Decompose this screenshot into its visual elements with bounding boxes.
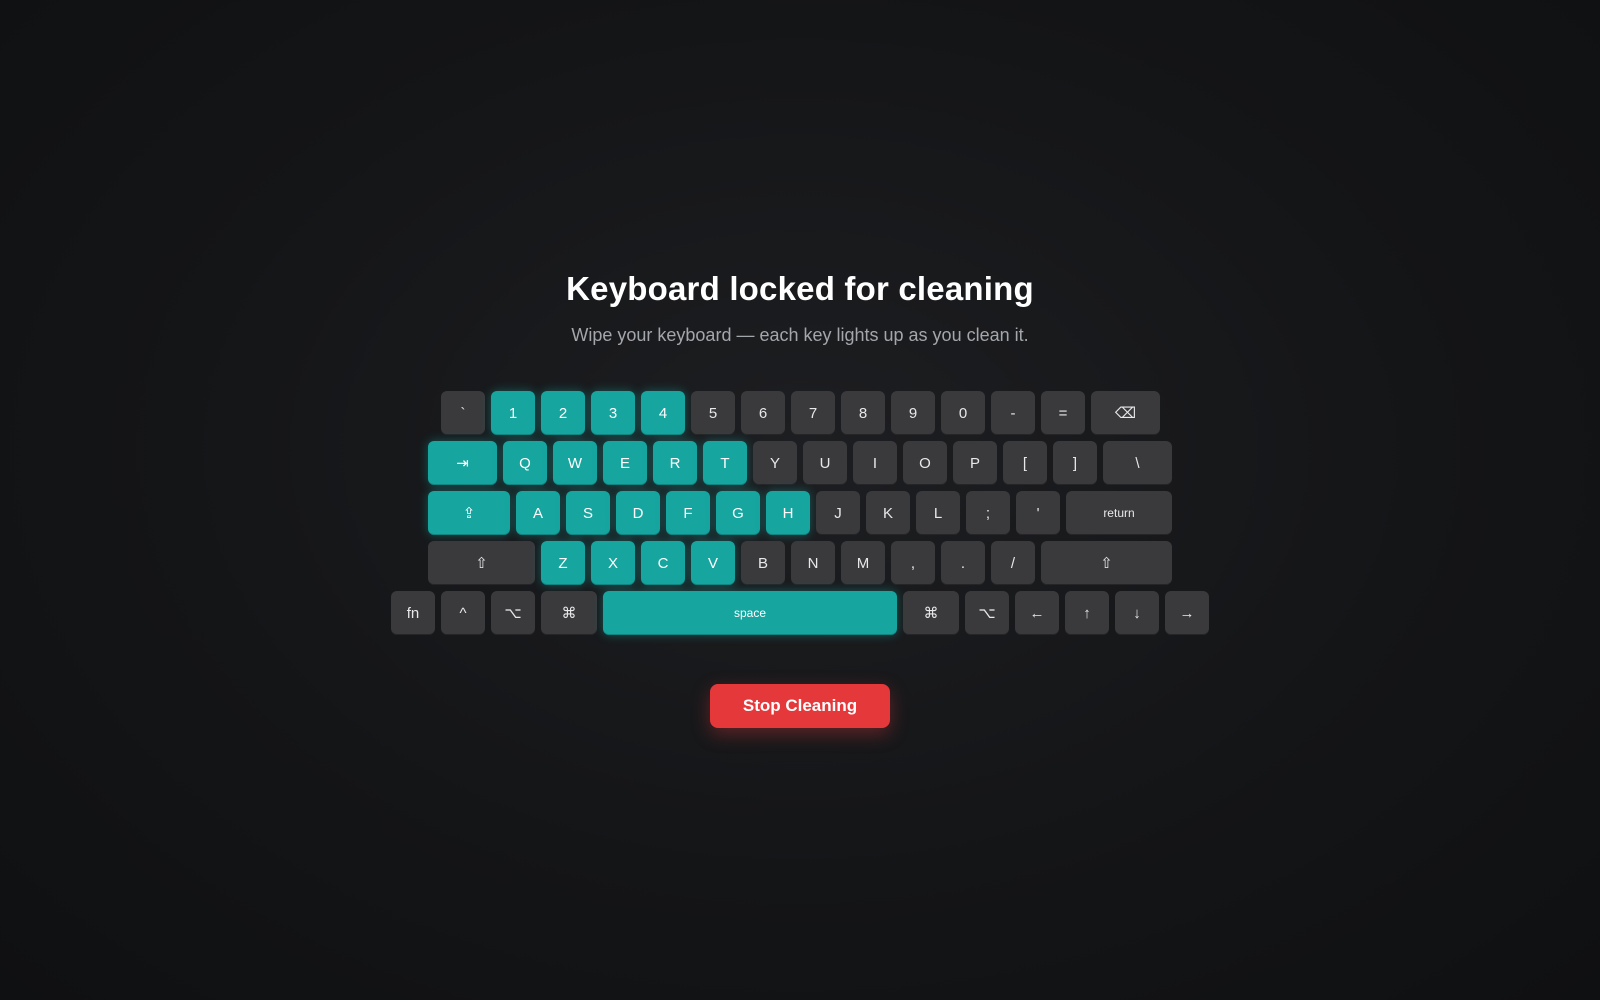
tab-icon: ⇥ [456, 455, 469, 472]
key-e[interactable]: E [603, 441, 647, 485]
control-icon: ^ [459, 604, 467, 622]
key-slash[interactable]: / [991, 541, 1035, 585]
key-fn[interactable]: fn [391, 591, 435, 635]
page-title: Keyboard locked for cleaning [566, 270, 1034, 307]
key-period[interactable]: . [941, 541, 985, 585]
key-3[interactable]: 3 [591, 391, 635, 435]
key-h[interactable]: H [766, 491, 810, 535]
caps-lock-icon: ⇪ [462, 505, 476, 522]
key-7[interactable]: 7 [791, 391, 835, 435]
shift-icon: ⇧ [1100, 555, 1113, 572]
arrow-up-icon: ↑ [1083, 604, 1091, 622]
key-o[interactable]: O [903, 441, 947, 485]
key-c[interactable]: C [641, 541, 685, 585]
backspace-icon: ⌫ [1114, 405, 1137, 422]
key-minus[interactable]: - [991, 391, 1035, 435]
key-0[interactable]: 0 [941, 391, 985, 435]
key-a[interactable]: A [516, 491, 560, 535]
cleaning-screen: Keyboard locked for cleaning Wipe your k… [0, 0, 1600, 1000]
key-return[interactable]: return [1066, 491, 1172, 535]
keyboard: ` 1 2 3 4 5 6 7 8 9 0- = ⌫ ⇥ Q W E R T Y U I O P[] \ ⇪ A S D F G H J K L; '… [0, 0, 1600, 1000]
key-v[interactable]: V [691, 541, 735, 585]
command-icon: ⌘ [923, 605, 939, 622]
option-icon: ⌥ [504, 605, 522, 622]
key-4[interactable]: 4 [641, 391, 685, 435]
key-8[interactable]: 8 [841, 391, 885, 435]
key-tab[interactable]: ⇥ [428, 441, 497, 485]
arrow-right-icon: → [1179, 604, 1195, 622]
key-left-option[interactable]: ⌥ [491, 591, 535, 635]
key-semicolon[interactable]: ; [966, 491, 1010, 535]
key-control[interactable]: ^ [441, 591, 485, 635]
key-f[interactable]: F [666, 491, 710, 535]
key-right-bracket[interactable]: ] [1053, 441, 1097, 485]
key-s[interactable]: S [566, 491, 610, 535]
key-caps-lock[interactable]: ⇪ [428, 491, 510, 535]
key-j[interactable]: J [816, 491, 860, 535]
key-1[interactable]: 1 [491, 391, 535, 435]
option-icon: ⌥ [978, 605, 996, 622]
stop-cleaning-button[interactable]: Stop Cleaning [710, 684, 890, 728]
key-b[interactable]: B [741, 541, 785, 585]
key-right-shift[interactable]: ⇧ [1041, 541, 1172, 585]
key-y[interactable]: Y [753, 441, 797, 485]
key-p[interactable]: P [953, 441, 997, 485]
key-g[interactable]: G [716, 491, 760, 535]
key-6[interactable]: 6 [741, 391, 785, 435]
key-2[interactable]: 2 [541, 391, 585, 435]
key-t[interactable]: T [703, 441, 747, 485]
key-l[interactable]: L [916, 491, 960, 535]
shift-icon: ⇧ [475, 555, 488, 572]
key-arrow-up[interactable]: ↑ [1065, 591, 1109, 635]
key-d[interactable]: D [616, 491, 660, 535]
arrow-down-icon: ↓ [1133, 604, 1141, 622]
key-backtick[interactable]: ` [441, 391, 485, 435]
key-left-shift[interactable]: ⇧ [428, 541, 535, 585]
key-quote[interactable]: ' [1016, 491, 1060, 535]
key-space[interactable]: space [603, 591, 897, 635]
key-left-command[interactable]: ⌘ [541, 591, 597, 635]
key-x[interactable]: X [591, 541, 635, 585]
key-r[interactable]: R [653, 441, 697, 485]
key-i[interactable]: I [853, 441, 897, 485]
key-5[interactable]: 5 [691, 391, 735, 435]
key-q[interactable]: Q [503, 441, 547, 485]
key-arrow-left[interactable]: ← [1015, 591, 1059, 635]
key-m[interactable]: M [841, 541, 885, 585]
key-delete[interactable]: ⌫ [1091, 391, 1160, 435]
key-k[interactable]: K [866, 491, 910, 535]
key-u[interactable]: U [803, 441, 847, 485]
arrow-left-icon: ← [1029, 604, 1045, 622]
key-w[interactable]: W [553, 441, 597, 485]
key-z[interactable]: Z [541, 541, 585, 585]
key-right-command[interactable]: ⌘ [903, 591, 959, 635]
key-left-bracket[interactable]: [ [1003, 441, 1047, 485]
key-right-option[interactable]: ⌥ [965, 591, 1009, 635]
page-subtitle: Wipe your keyboard — each key lights up … [571, 325, 1029, 345]
key-arrow-right[interactable]: → [1165, 591, 1209, 635]
key-n[interactable]: N [791, 541, 835, 585]
key-comma[interactable]: , [891, 541, 935, 585]
key-backslash[interactable]: \ [1103, 441, 1172, 485]
command-icon: ⌘ [561, 605, 577, 622]
key-9[interactable]: 9 [891, 391, 935, 435]
key-equals[interactable]: = [1041, 391, 1085, 435]
key-arrow-down[interactable]: ↓ [1115, 591, 1159, 635]
